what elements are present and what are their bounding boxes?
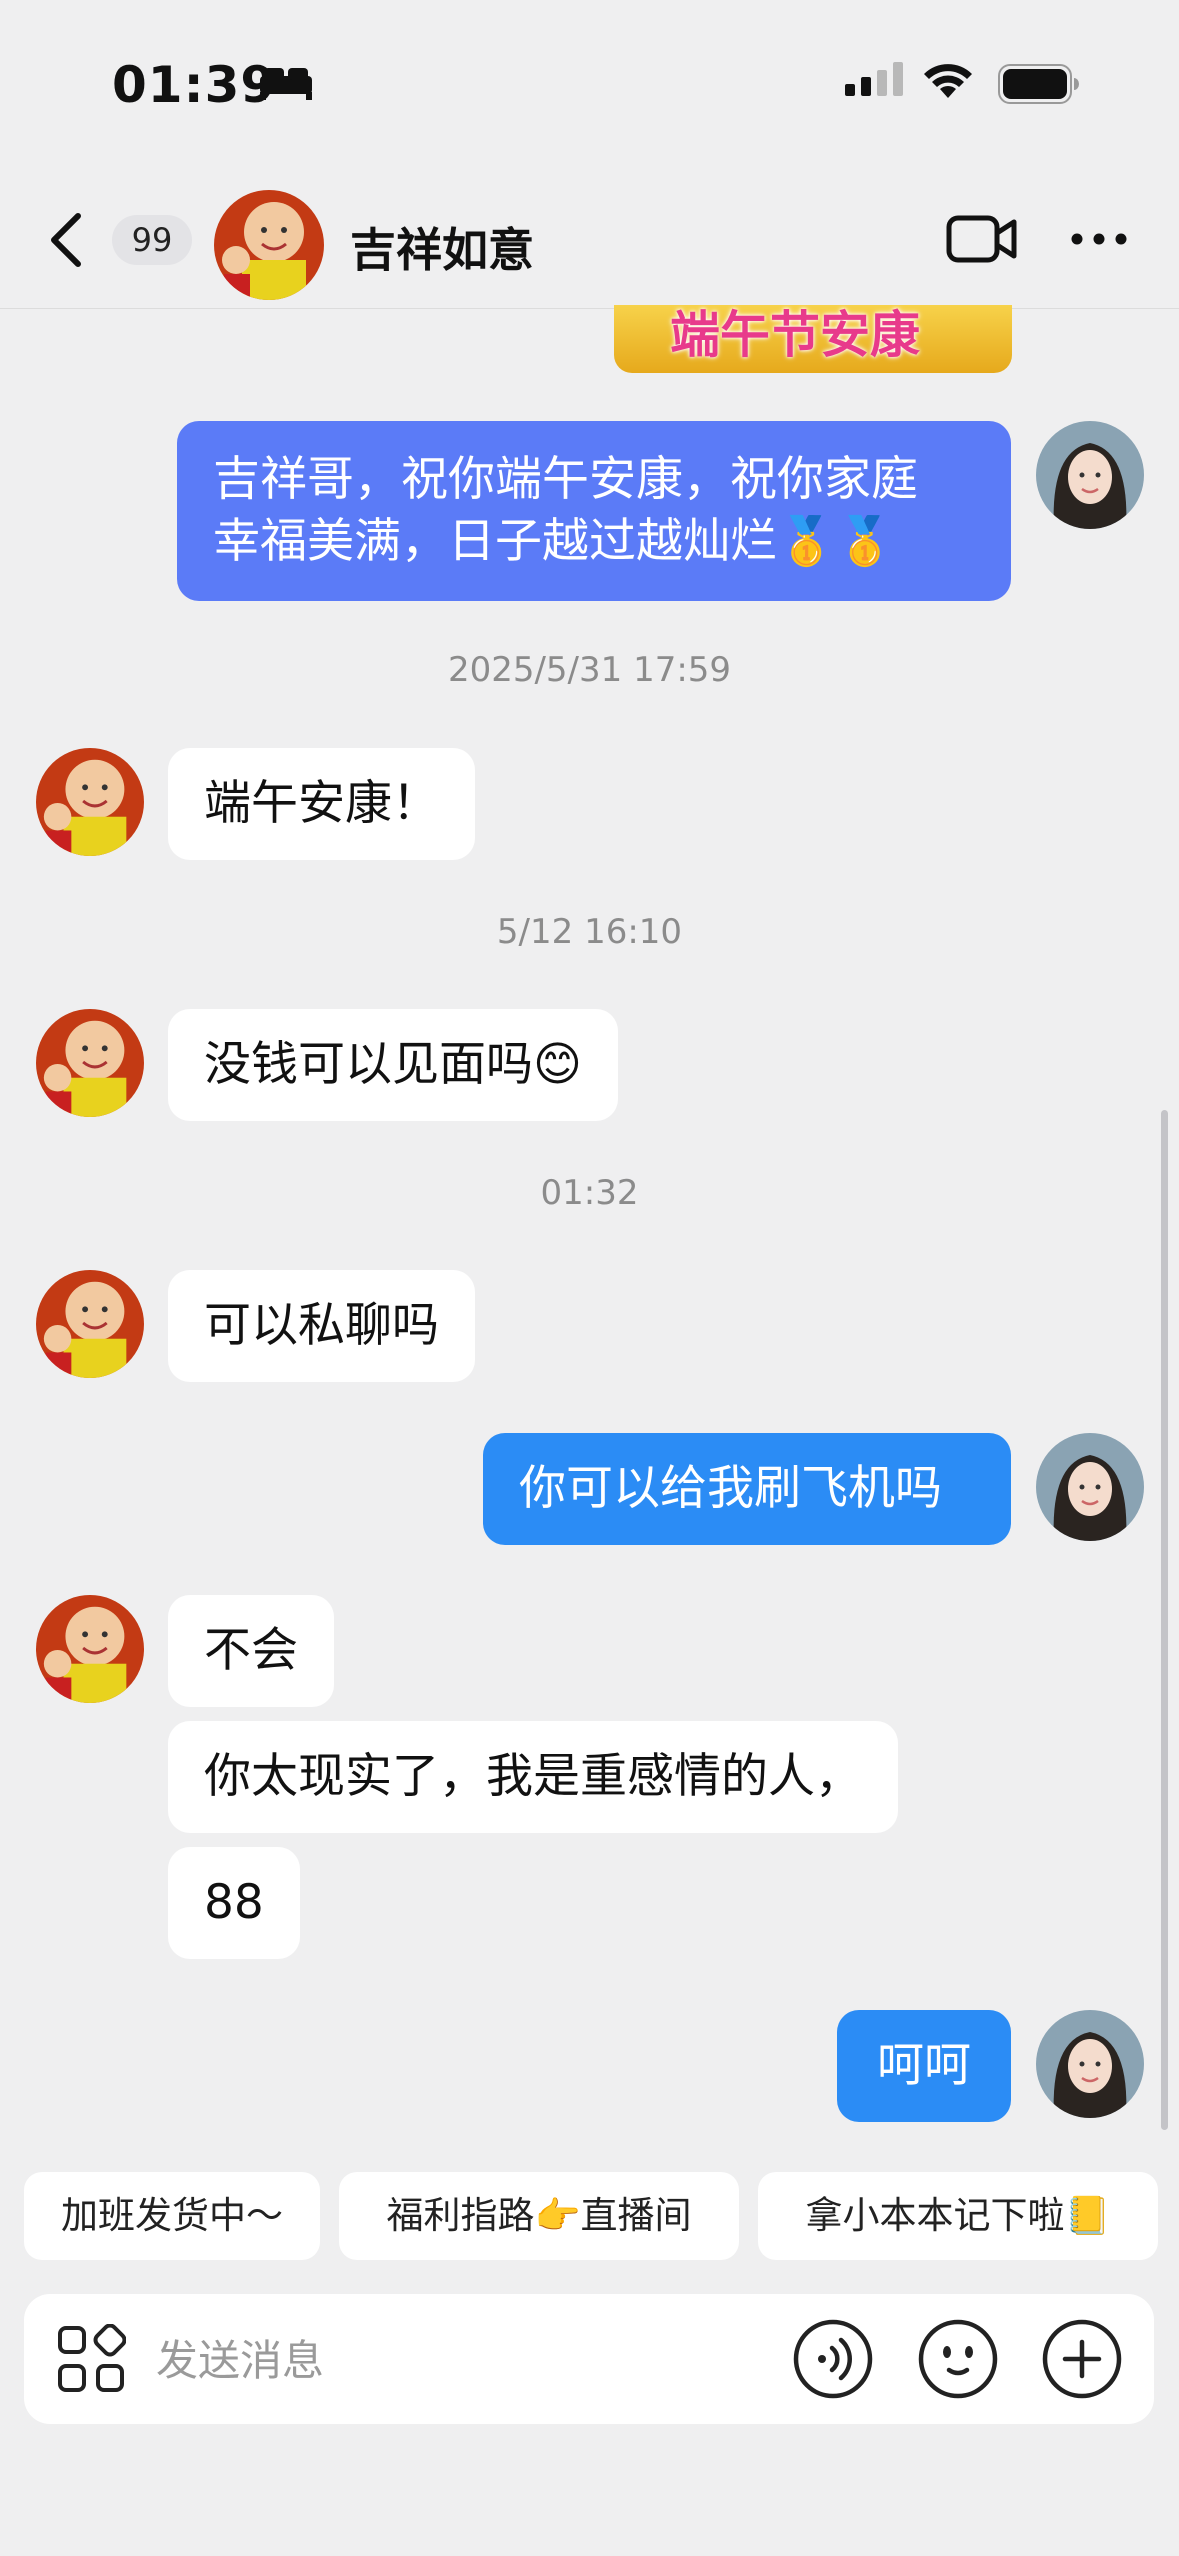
- quick-reply-chip[interactable]: 福利指路👉直播间: [339, 2172, 739, 2260]
- chat-header: 99 吉祥如意: [0, 170, 1179, 309]
- pointing-hand-emoji: 👉: [534, 2194, 581, 2237]
- received-message-bubble[interactable]: 没钱可以见面吗😊: [168, 1009, 618, 1121]
- quick-reply-label: 福利指路: [386, 2194, 535, 2237]
- sent-message-bubble[interactable]: 呵呵: [837, 2010, 1011, 2122]
- smile-emoji: 😊: [533, 1037, 582, 1092]
- voice-input-icon[interactable]: [792, 2318, 874, 2400]
- contact-avatar[interactable]: [36, 748, 144, 856]
- chat-scrollbar[interactable]: [1161, 1110, 1168, 2130]
- message-text: 呵呵: [877, 2038, 971, 2093]
- medal-emoji: 🥇🥇: [777, 514, 895, 569]
- cellular-signal-icon: [845, 62, 903, 96]
- message-text: 端午安康！: [204, 776, 439, 831]
- quick-reply-chip[interactable]: 加班发货中～: [24, 2172, 320, 2260]
- message-text: 你太现实了，我是重感情的人，: [204, 1749, 862, 1804]
- message-text: 没钱可以见面吗: [204, 1037, 533, 1092]
- quick-reply-chip[interactable]: 拿小本本记下啦📒: [758, 2172, 1158, 2260]
- received-message-bubble[interactable]: 你太现实了，我是重感情的人，: [168, 1721, 898, 1833]
- more-options-icon[interactable]: [1070, 232, 1128, 246]
- quick-reply-label: 加班发货中～: [61, 2194, 283, 2237]
- battery-icon: [998, 64, 1079, 104]
- apps-grid-icon[interactable]: [56, 2324, 126, 2394]
- message-text: 幸福美满，日子越过越灿烂: [213, 514, 777, 569]
- contact-avatar[interactable]: [36, 1270, 144, 1378]
- message-input[interactable]: [154, 2324, 798, 2396]
- contact-name[interactable]: 吉祥如意: [350, 214, 534, 280]
- received-message-bubble[interactable]: 可以私聊吗: [168, 1270, 475, 1382]
- notebook-emoji: 📒: [1064, 2194, 1111, 2237]
- emoji-picker-icon[interactable]: [917, 2318, 999, 2400]
- add-plus-icon[interactable]: [1041, 2318, 1123, 2400]
- back-arrow-icon[interactable]: [48, 212, 84, 268]
- message-text: 88: [204, 1875, 264, 1930]
- message-text: 你可以给我刷飞机吗: [519, 1461, 942, 1516]
- quick-reply-label: 拿小本本记下啦: [805, 2194, 1065, 2237]
- status-time: 01:39: [112, 56, 277, 114]
- timestamp: 2025/5/31 17:59: [447, 650, 732, 690]
- my-avatar[interactable]: [1036, 2010, 1144, 2118]
- timestamp: 5/12 16:10: [496, 912, 683, 952]
- received-message-bubble[interactable]: 端午安康！: [168, 748, 475, 860]
- message-input-bar: [24, 2294, 1154, 2424]
- status-bar: 01:39: [0, 0, 1179, 170]
- sleep-mode-icon: [260, 68, 312, 100]
- quick-reply-label: 直播间: [580, 2194, 692, 2237]
- timestamp: 01:32: [540, 1173, 639, 1213]
- image-message[interactable]: 端午节安康: [614, 305, 1012, 373]
- sent-message-bubble[interactable]: 吉祥哥，祝你端午安康，祝你家庭 幸福美满，日子越过越灿烂🥇🥇: [177, 421, 1011, 601]
- unread-count-badge[interactable]: 99: [112, 215, 192, 265]
- contact-avatar[interactable]: [214, 190, 324, 300]
- contact-avatar[interactable]: [36, 1595, 144, 1703]
- wifi-icon: [924, 64, 972, 98]
- my-avatar[interactable]: [1036, 1433, 1144, 1541]
- image-caption: 端午节安康: [670, 306, 920, 364]
- message-text: 吉祥哥，祝你端午安康，祝你家庭: [213, 452, 918, 507]
- message-text: 可以私聊吗: [204, 1298, 439, 1353]
- contact-avatar[interactable]: [36, 1009, 144, 1117]
- video-call-icon[interactable]: [946, 214, 1018, 264]
- received-message-bubble[interactable]: 88: [168, 1847, 300, 1959]
- received-message-bubble[interactable]: 不会: [168, 1595, 334, 1707]
- my-avatar[interactable]: [1036, 421, 1144, 529]
- message-text: 不会: [204, 1623, 298, 1678]
- sent-message-bubble[interactable]: 你可以给我刷飞机吗: [483, 1433, 1011, 1545]
